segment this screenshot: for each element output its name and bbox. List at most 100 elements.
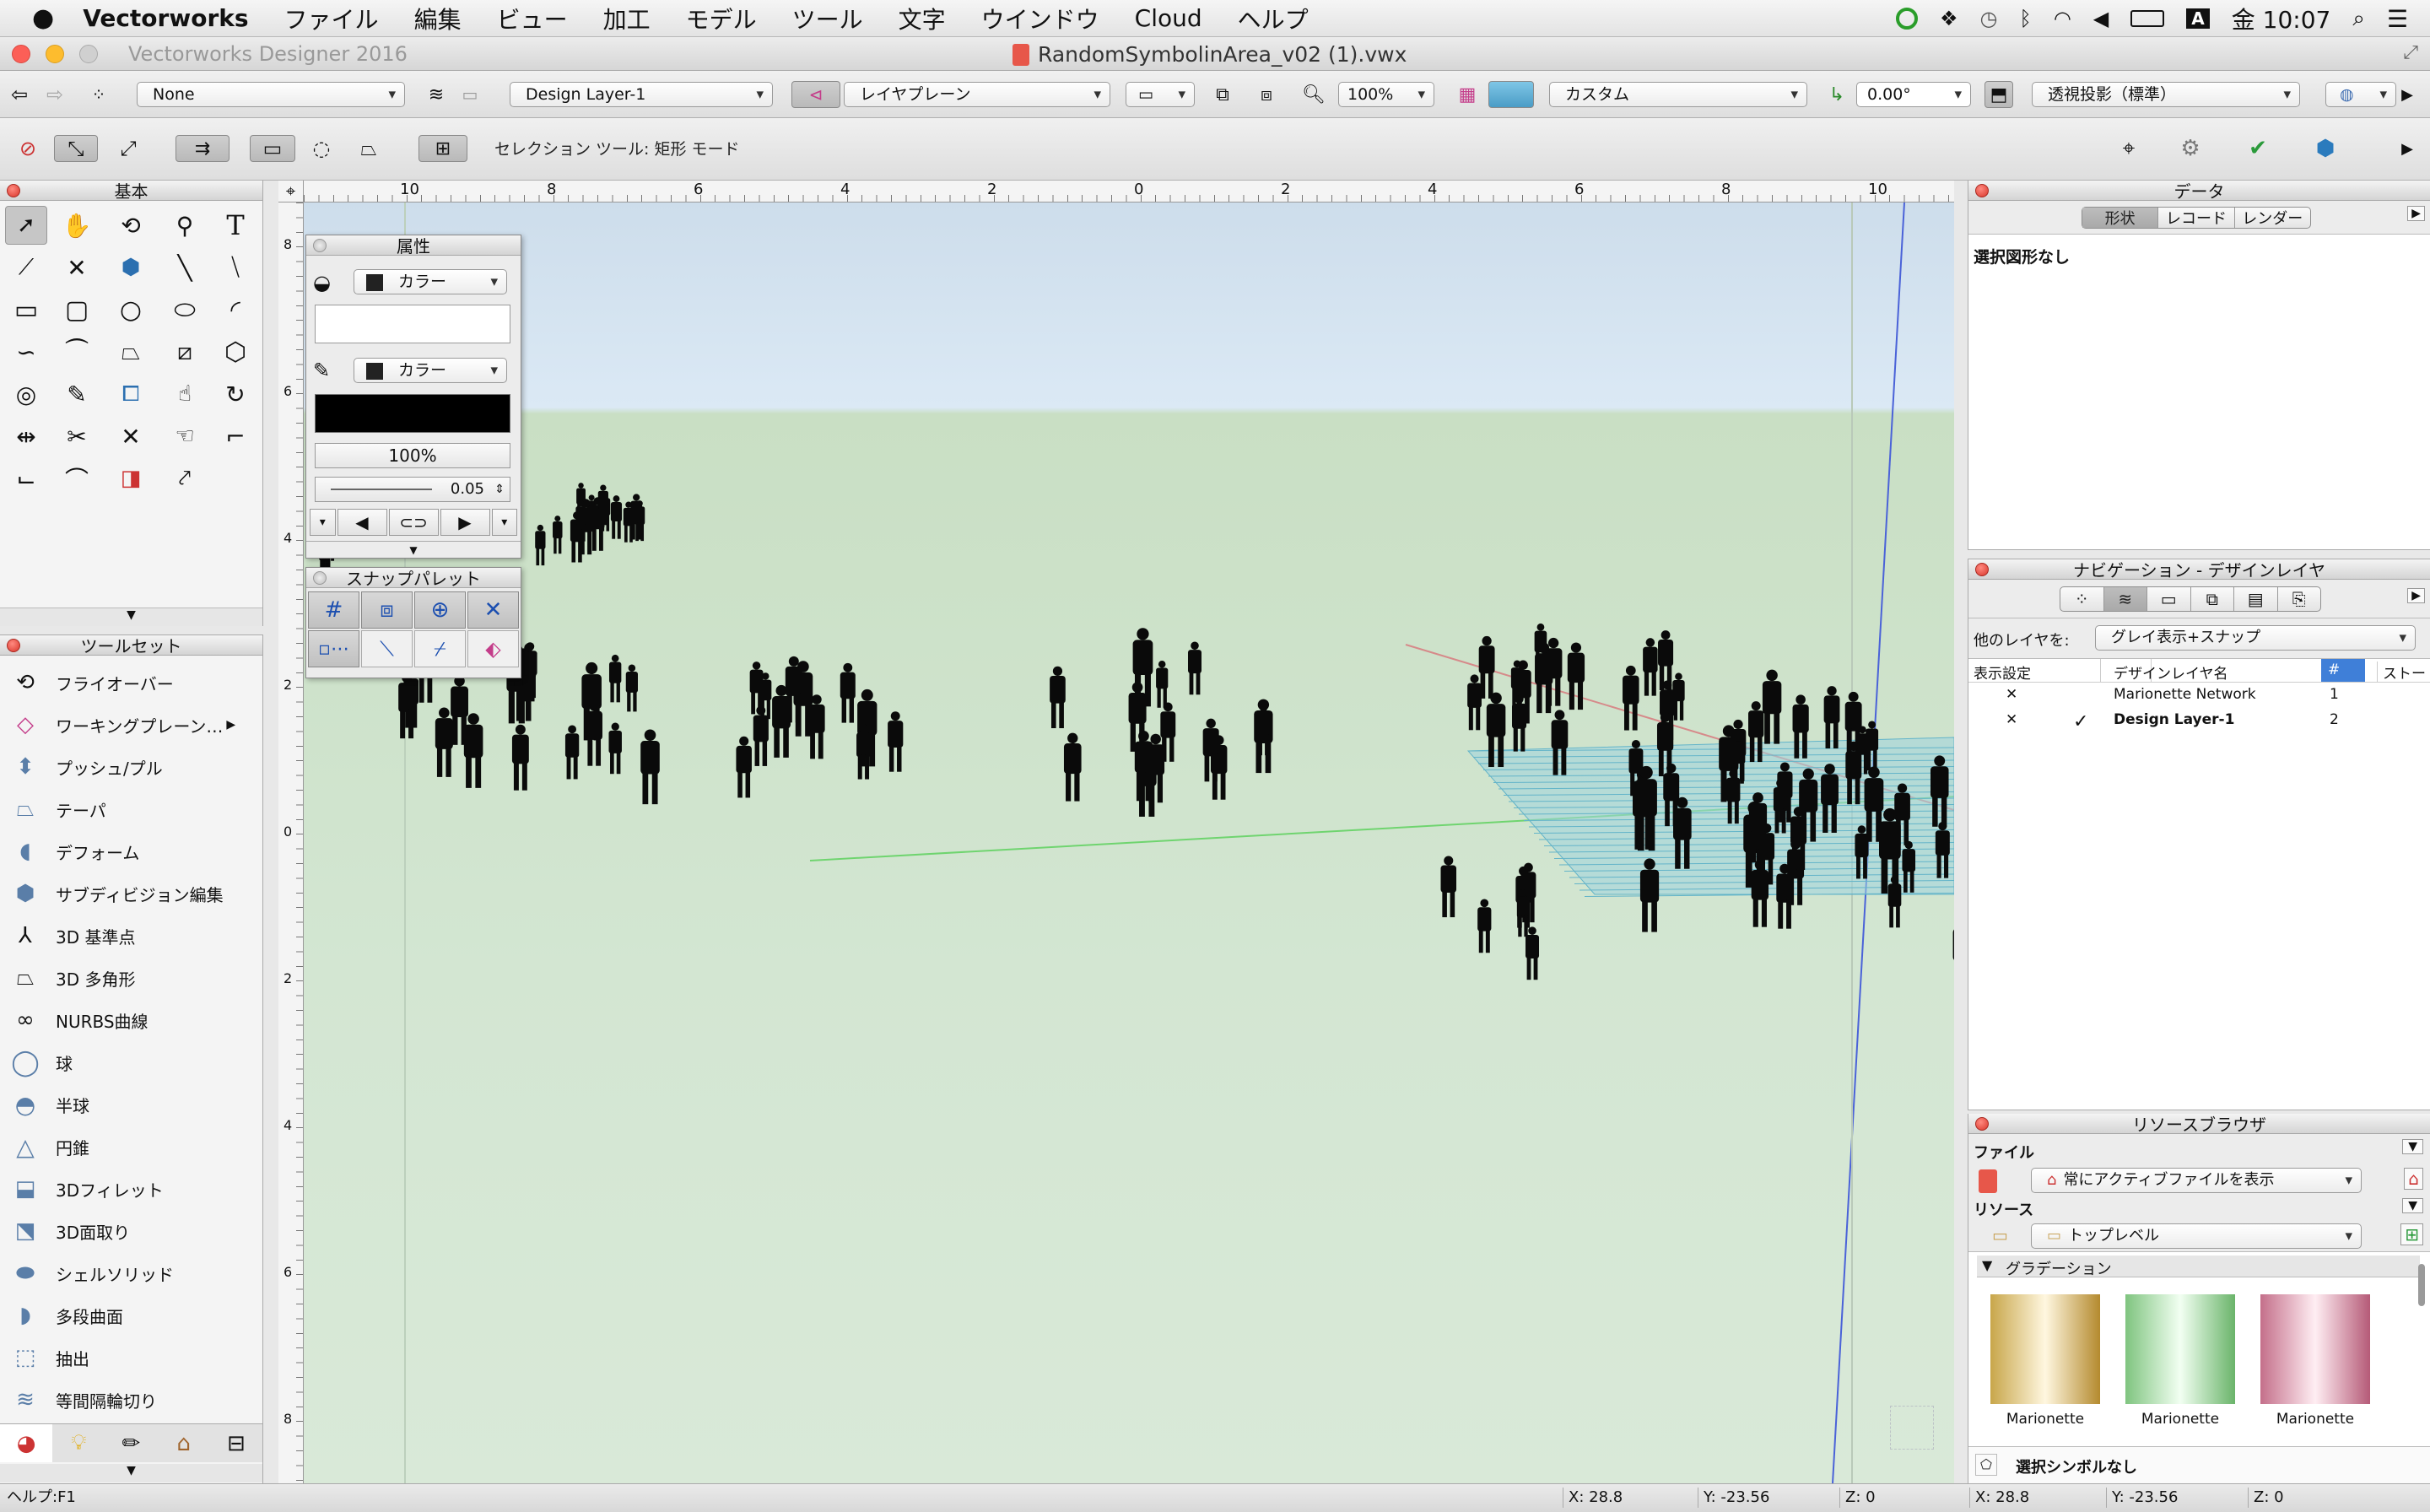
navigation-palette-close-button[interactable] <box>1975 563 1989 576</box>
reshape-tool-icon[interactable]: ☝ <box>164 375 206 413</box>
toolset-palette-close-button[interactable] <box>7 639 20 652</box>
snap-to-angle-icon[interactable]: ⊕ <box>414 591 466 629</box>
toolset-item-cone[interactable]: △ 円錐 <box>8 1128 89 1165</box>
forward-arrow-icon[interactable]: ⇨ <box>40 81 69 108</box>
volume-icon[interactable]: ◀ <box>2093 7 2109 30</box>
fullscreen-icon[interactable]: ⤢ <box>2403 42 2418 63</box>
smart-points-icon[interactable]: ▫⋯ <box>308 630 359 667</box>
toolset-item-3d-locus[interactable]: ⅄ 3D 基準点 <box>8 917 135 954</box>
text-tool-icon[interactable]: T <box>214 206 256 245</box>
resource-scrollbar[interactable] <box>2418 1264 2425 1306</box>
snap-to-grid-icon[interactable]: # <box>308 591 359 629</box>
mode-bar-more-icon[interactable]: ▶ <box>2393 135 2422 162</box>
back-arrow-icon[interactable]: ⇦ <box>5 81 34 108</box>
trim-tool-icon[interactable]: ✕ <box>110 417 152 456</box>
tab-saved-views-icon[interactable]: ▤ <box>2234 587 2278 611</box>
selection-tool-icon[interactable]: ➚ <box>5 206 47 245</box>
tab-viewports-icon[interactable]: ⧉ <box>2191 587 2234 611</box>
notification-center-icon[interactable]: ☰ <box>2387 5 2408 33</box>
layer-row[interactable]: ✕ ✓ Design Layer-1 2 <box>1968 708 2430 733</box>
menu-file[interactable]: ファイル <box>284 2 379 35</box>
minimize-window-button[interactable] <box>46 45 64 63</box>
connect-tool-icon[interactable]: ⤤ <box>164 459 206 498</box>
menu-model[interactable]: モデル <box>686 2 757 35</box>
layer-dropdown[interactable]: Design Layer-1 <box>510 82 773 107</box>
basic-palette-close-button[interactable] <box>7 184 20 197</box>
apple-icon[interactable]: ● <box>32 3 54 33</box>
pan-tool-icon[interactable]: ✋ <box>56 206 98 245</box>
toolset-item-multi-surface[interactable]: ◗ 多段曲面 <box>8 1297 123 1334</box>
rotation-field[interactable]: 0.00° <box>1856 82 1971 107</box>
view-options-dropdown[interactable]: ◍ <box>2325 82 2396 107</box>
wifi-icon[interactable]: ◠ <box>2054 7 2071 30</box>
dims-tab-icon[interactable]: ✏ <box>105 1424 157 1462</box>
clip-tool-icon[interactable]: ⧠ <box>110 375 152 413</box>
layer-options-icon[interactable]: ▭ <box>456 81 484 108</box>
pen-preview[interactable] <box>315 394 510 433</box>
fill-preview[interactable] <box>315 305 510 343</box>
layer-row[interactable]: ✕ Marionette Network 1 <box>1968 683 2430 708</box>
visibility-toggle-icon[interactable]: ✕ <box>2006 686 2017 703</box>
projection-icon[interactable]: ⬒ <box>1984 81 2013 108</box>
building-tab-icon[interactable]: ⌂ <box>158 1424 210 1462</box>
toolset-item-taper[interactable]: ⏢ テーパ <box>8 791 106 828</box>
canvas-corner-icon[interactable] <box>1890 1406 1934 1450</box>
start-marker-menu-icon[interactable]: ▾ <box>310 509 336 536</box>
menu-tools[interactable]: ツール <box>792 2 863 35</box>
folder-icon[interactable]: ▭ <box>1992 1225 2008 1245</box>
column-number[interactable]: # <box>2321 659 2365 682</box>
rotate-tool-icon[interactable]: ↻ <box>214 375 256 413</box>
file-dropdown[interactable]: ⌂ 常にアクティブファイルを表示 <box>2031 1168 2362 1193</box>
zoom-selection-icon[interactable]: ⧈ <box>1252 81 1281 108</box>
clock[interactable]: 金 10:07 <box>2232 2 2331 35</box>
pen-type-dropdown[interactable]: カラー <box>354 358 507 383</box>
toolset-expand-icon[interactable]: ▼ <box>0 1464 262 1482</box>
regular-polygon-tool-icon[interactable]: ⬡ <box>214 332 256 371</box>
toolset-item-3d-polygon[interactable]: ⏢ 3D 多角形 <box>8 959 136 996</box>
cube-options-icon[interactable]: ⬢ <box>2300 135 2351 162</box>
detail-tab-icon[interactable]: ⊟ <box>210 1424 262 1462</box>
new-resource-icon[interactable]: ⊞ <box>2400 1223 2423 1245</box>
render-preview-icon[interactable] <box>1488 81 1534 108</box>
check-shield-icon[interactable]: ✔ <box>2233 135 2283 162</box>
snap-to-tangent-icon[interactable]: ⌿ <box>414 630 466 667</box>
zoom-window-button[interactable] <box>79 45 98 63</box>
toolset-item-sphere[interactable]: ◯ 球 <box>8 1044 73 1081</box>
start-arrow-icon[interactable]: ◀ <box>337 509 387 536</box>
toolset-item-push-pull[interactable]: ⬍ プッシュ/プル <box>8 748 163 786</box>
toolset-item-flyover[interactable]: ⟲ フライオーバー <box>8 664 174 701</box>
mirror-tool-icon[interactable]: ⇹ <box>5 417 47 456</box>
tab-shape[interactable]: 形状 <box>2082 208 2159 228</box>
line-weight-field[interactable]: 0.05 ⇕ <box>315 477 510 502</box>
link-icon[interactable]: ⊂⊃ <box>388 509 439 536</box>
stepper-icon[interactable]: ⇕ <box>494 478 505 501</box>
tab-render[interactable]: レンダー <box>2235 208 2310 228</box>
attributes-collapse-icon[interactable]: ▼ <box>306 541 521 558</box>
navigation-palette-menu-icon[interactable]: ▶ <box>2407 588 2425 603</box>
toolset-item-subdivision[interactable]: ⬢ サブディビジョン編集 <box>8 875 224 912</box>
circle-tool-icon[interactable]: ○ <box>110 290 152 329</box>
freehand-tool-icon[interactable]: ∽ <box>5 332 47 371</box>
grid-view-icon[interactable]: ▦ <box>1453 81 1482 108</box>
lasso-icon[interactable]: ◌ <box>307 135 336 162</box>
snap-to-object-icon[interactable]: ⧈ <box>361 591 413 629</box>
toolset-item-deform[interactable]: ◖ デフォーム <box>8 833 139 870</box>
snap-to-surface-icon[interactable]: ⬖ <box>467 630 519 667</box>
data-palette-menu-icon[interactable]: ▶ <box>2407 206 2425 221</box>
zoom-fit-icon[interactable]: ⧉ <box>1208 81 1237 108</box>
rectangle-marquee-icon[interactable]: ▭ <box>250 135 295 162</box>
battery-icon[interactable] <box>2130 10 2165 27</box>
3d-locus-tool-icon[interactable]: ⬢ <box>110 248 152 287</box>
zoom-field[interactable]: 100% <box>1338 82 1434 107</box>
layer-stack-icon[interactable]: ≋ <box>422 81 451 108</box>
drawing-canvas[interactable] <box>304 202 1954 1483</box>
end-marker-menu-icon[interactable]: ▾ <box>491 509 517 536</box>
flyover-tool-icon[interactable]: ⟲ <box>110 206 152 245</box>
select-options-icon[interactable]: ⊞ <box>418 135 467 162</box>
double-line-tool-icon[interactable]: ⧹ <box>214 248 256 287</box>
menu-view[interactable]: ビュー <box>497 2 568 35</box>
align-mode-icon[interactable]: ⇉ <box>176 135 230 162</box>
toolset-item-working-plane[interactable]: ◇ ワーキングプレーン… ▶ <box>8 706 235 743</box>
tab-record[interactable]: レコード <box>2158 208 2235 228</box>
gradient-folder-header[interactable]: ▼ グラデーション <box>1977 1256 2420 1278</box>
